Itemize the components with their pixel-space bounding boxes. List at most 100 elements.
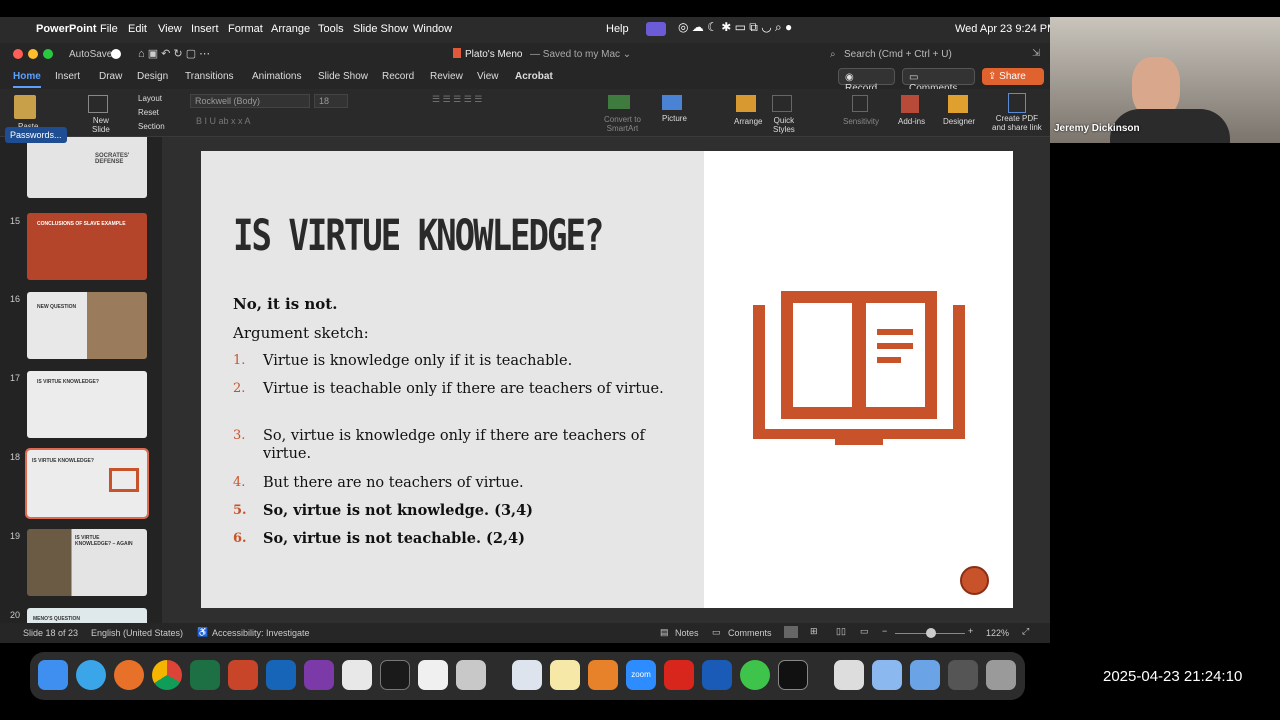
arrange-icon[interactable] [736, 95, 756, 112]
slide-thumbnail-active[interactable]: IS VIRTUE KNOWLEDGE? [25, 448, 149, 519]
slide-thumbnail[interactable]: MENO'S QUESTION [27, 608, 147, 623]
current-slide[interactable]: IS VIRTUE KNOWLEDGE? No, it is not. Argu… [201, 151, 1013, 608]
language-indicator[interactable]: English (United States) [91, 628, 183, 638]
zoom-out-button[interactable]: − [882, 626, 887, 636]
zoom-level[interactable]: 122% [986, 628, 1009, 638]
quick-access-icons[interactable]: ⌂ ▣ ↶ ↻ ▢ ⋯ [138, 47, 210, 60]
slideshow-view-button[interactable]: ▭ [860, 626, 869, 637]
picture-icon[interactable] [662, 95, 682, 110]
reset-button[interactable]: Reset [138, 108, 159, 117]
menu-tools[interactable]: Tools [318, 23, 344, 35]
quick-styles-icon[interactable] [772, 95, 792, 112]
slide-thumbnail[interactable]: IS VIRTUE KNOWLEDGE? [27, 371, 147, 438]
smartart-icon[interactable] [608, 95, 630, 109]
tab-animations[interactable]: Animations [252, 71, 301, 82]
menu-window[interactable]: Window [413, 23, 452, 35]
menu-view[interactable]: View [158, 23, 182, 35]
powerpoint-icon[interactable] [228, 660, 258, 690]
menu-edit[interactable]: Edit [128, 23, 147, 35]
excel-icon[interactable] [190, 660, 220, 690]
accessibility-status[interactable]: Accessibility: Investigate [212, 628, 310, 638]
zoom-window-button[interactable] [43, 49, 53, 59]
word-icon[interactable] [702, 660, 732, 690]
phone-mirroring-icon[interactable] [456, 660, 486, 690]
tab-insert[interactable]: Insert [55, 71, 80, 82]
tab-review[interactable]: Review [430, 71, 463, 82]
paste-icon[interactable] [14, 95, 36, 119]
comments-status-button[interactable]: Comments [728, 628, 772, 638]
menu-format[interactable]: Format [228, 23, 263, 35]
tab-draw[interactable]: Draw [99, 71, 122, 82]
record-button[interactable]: ◉ Record [838, 68, 895, 94]
firefox-icon[interactable] [114, 660, 144, 690]
tab-home[interactable]: Home [13, 71, 41, 88]
layout-button[interactable]: Layout [138, 94, 162, 103]
preview-icon[interactable] [512, 660, 542, 690]
slide-title[interactable]: IS VIRTUE KNOWLEDGE? [233, 211, 604, 261]
screen-share-icon[interactable] [646, 22, 666, 36]
share-button[interactable]: ⇪ Share [982, 68, 1044, 85]
notes-button[interactable]: Notes [675, 628, 699, 638]
tab-design[interactable]: Design [137, 71, 168, 82]
chrome-icon[interactable] [152, 660, 182, 690]
zoom-slider-thumb[interactable] [926, 628, 936, 638]
menu-slideshow[interactable]: Slide Show [353, 23, 408, 35]
app-menu[interactable]: PowerPoint [36, 23, 97, 35]
messages-icon[interactable] [740, 660, 770, 690]
safari-icon[interactable] [76, 660, 106, 690]
add-ins-icon[interactable] [901, 95, 919, 113]
open-book-icon[interactable] [753, 291, 965, 451]
argument-list[interactable]: 1. Virtue is knowledge only if it is teac… [233, 352, 673, 558]
minimize-window-button[interactable] [28, 49, 38, 59]
tab-acrobat[interactable]: Acrobat [515, 71, 553, 82]
paragraph-buttons[interactable]: ☰ ☰ ☰ ☰ ☰ [432, 94, 482, 105]
sensitivity-icon[interactable] [852, 95, 868, 112]
menu-file[interactable]: File [100, 23, 118, 35]
finder-icon[interactable] [38, 660, 68, 690]
create-pdf-icon[interactable] [1008, 93, 1026, 113]
menu-arrange[interactable]: Arrange [271, 23, 310, 35]
status-icons[interactable]: ◎ ☁ ☾ ✱ ▭ ⧉ ◡ ⌕ ● [678, 20, 792, 35]
preview-window-icon[interactable] [834, 660, 864, 690]
autosave-toggle[interactable] [111, 49, 121, 59]
notes-app-icon[interactable] [550, 660, 580, 690]
slide-thumbnail[interactable]: NEW QUESTION [27, 292, 147, 359]
terminal-icon[interactable] [380, 660, 410, 690]
onenote-icon[interactable] [304, 660, 334, 690]
designer-icon[interactable] [948, 95, 968, 113]
freeform-icon[interactable] [418, 660, 448, 690]
tab-view[interactable]: View [477, 71, 499, 82]
search-input[interactable]: Search (Cmd + Ctrl + U) [844, 49, 952, 60]
books-icon[interactable] [588, 660, 618, 690]
font-family-select[interactable]: Rockwell (Body) [190, 94, 310, 108]
slide-answer[interactable]: No, it is not. [233, 295, 337, 313]
tab-record[interactable]: Record [382, 71, 414, 82]
acrobat-icon[interactable] [664, 660, 694, 690]
slide-thumbnail[interactable]: CONCLUSIONS OF SLAVE EXAMPLE [27, 213, 147, 280]
fit-to-window-button[interactable]: ⤢ [1022, 626, 1029, 637]
trash-icon[interactable] [986, 660, 1016, 690]
slack-icon[interactable] [342, 660, 372, 690]
section-button[interactable]: Section [138, 122, 165, 131]
folder-icon[interactable] [872, 660, 902, 690]
tab-transitions[interactable]: Transitions [185, 71, 234, 82]
menubar-clock[interactable]: Wed Apr 23 9:24 PM [955, 23, 1056, 35]
zoom-icon[interactable]: zoom [626, 660, 656, 690]
reading-view-button[interactable]: ▯▯ [836, 626, 846, 637]
sharing-icon[interactable]: ⇲ [1032, 48, 1040, 59]
slide-thumbnail[interactable]: SOCRATES' DEFENSE [27, 137, 147, 198]
slide-sorter-button[interactable]: ⊞ [810, 626, 818, 637]
slide-thumbnail[interactable]: IS VIRTUE KNOWLEDGE? – AGAIN [27, 529, 147, 596]
comments-button[interactable]: ▭ Comments [902, 68, 975, 94]
argument-sketch-label[interactable]: Argument sketch: [233, 324, 369, 342]
downloads-folder-icon[interactable] [910, 660, 940, 690]
tab-slideshow[interactable]: Slide Show [318, 71, 368, 82]
new-slide-icon[interactable] [88, 95, 108, 113]
menu-help[interactable]: Help [606, 23, 629, 35]
window-thumbnail-icon[interactable] [948, 660, 978, 690]
close-window-button[interactable] [13, 49, 23, 59]
font-size-select[interactable]: 18 [314, 94, 348, 108]
format-buttons[interactable]: B I U ab x x A [196, 116, 251, 126]
zoom-in-button[interactable]: + [968, 626, 973, 636]
menu-insert[interactable]: Insert [191, 23, 219, 35]
